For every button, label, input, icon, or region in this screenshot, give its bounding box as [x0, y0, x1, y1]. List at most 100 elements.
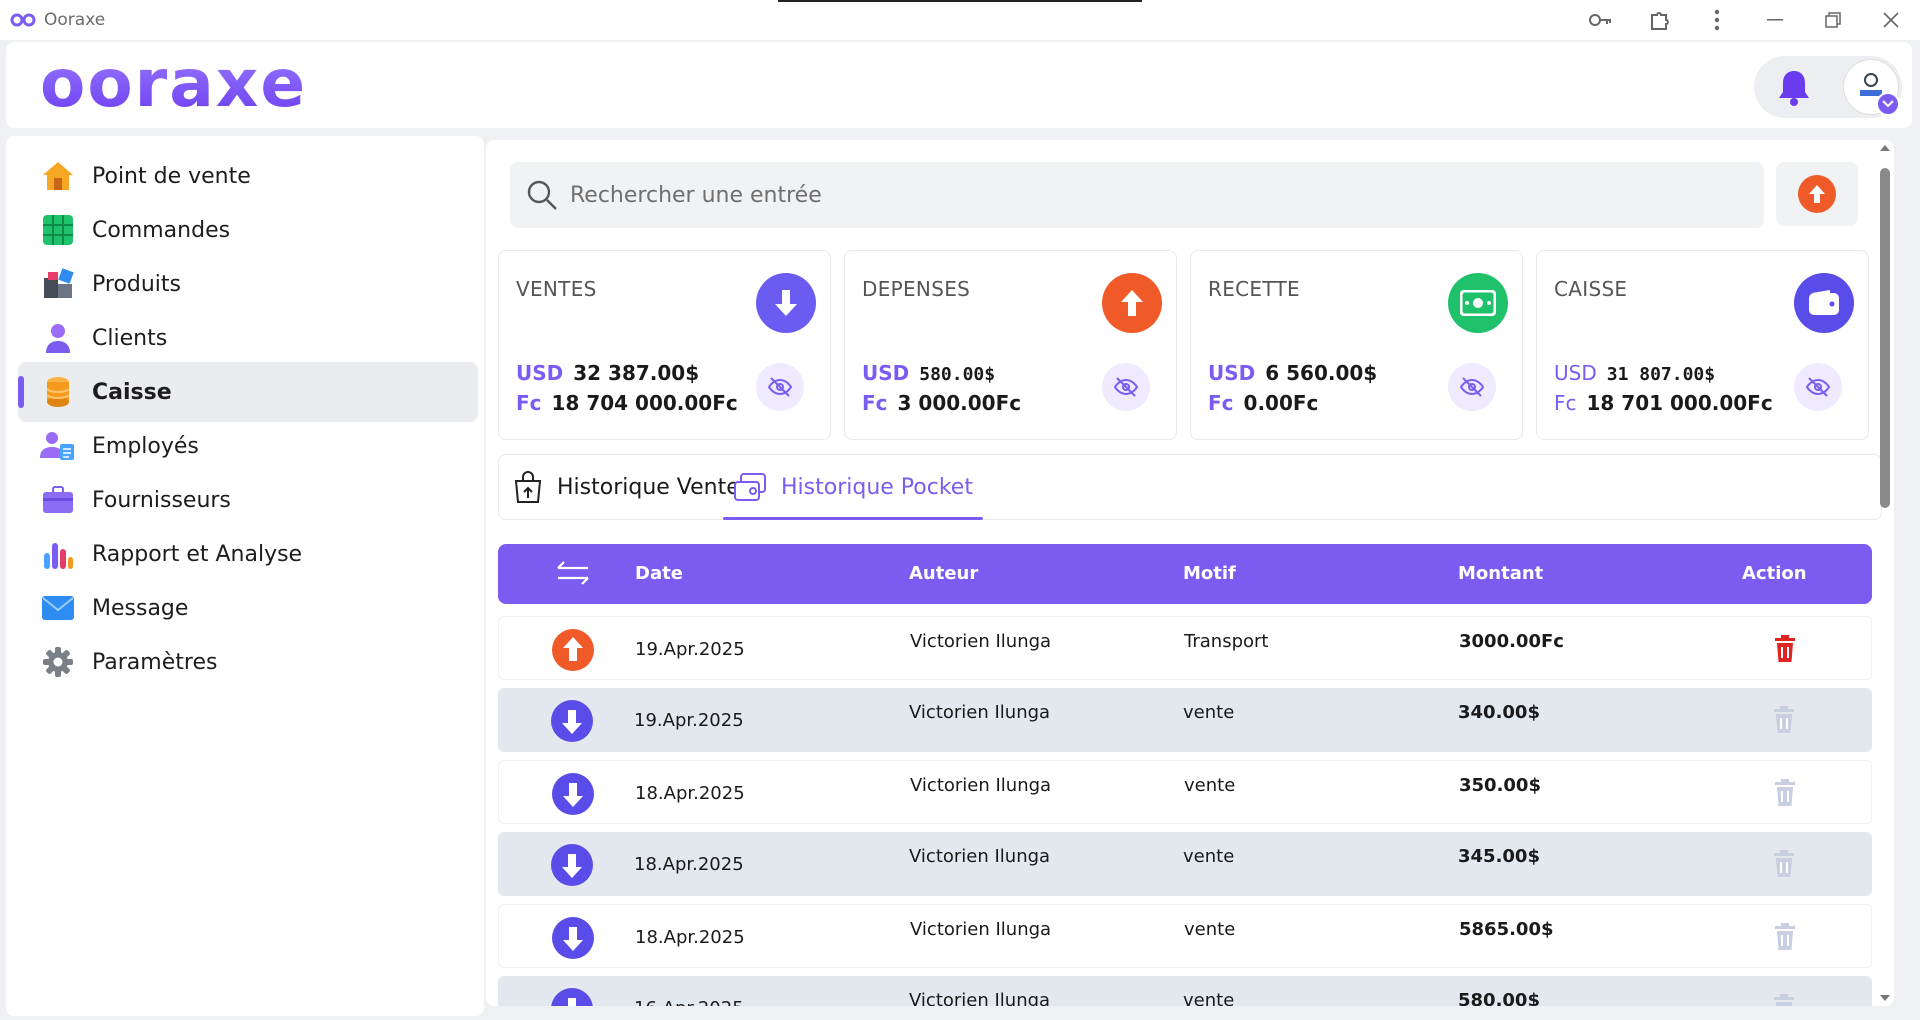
fc-amount: 3 000.00Fc — [897, 391, 1022, 415]
scrollbar-thumb[interactable] — [1880, 168, 1890, 508]
arrow-up-icon — [1798, 175, 1836, 213]
sidebar-item-label: Point de vente — [92, 163, 251, 189]
tab-historique-ventes[interactable]: Historique Ventes — [513, 455, 751, 519]
sidebar-item-clients[interactable]: Clients — [18, 308, 478, 368]
cell-author: Victorien Ilunga — [910, 631, 1052, 652]
eye-off-icon[interactable] — [1102, 363, 1150, 411]
table-row[interactable]: 19.Apr.2025 Victorien Ilunga vente 340.00$ — [498, 688, 1872, 752]
sidebar-item-rapport[interactable]: Rapport et Analyse — [18, 524, 478, 584]
drag-handle[interactable] — [778, 0, 1142, 2]
table-row[interactable]: 18.Apr.2025 Victorien Ilunga vente 345.00$ — [498, 832, 1872, 896]
cell-amount: 5865.00$ — [1459, 919, 1554, 940]
sidebar-item-fournisseurs[interactable]: Fournisseurs — [18, 470, 478, 530]
more-menu-icon[interactable] — [1688, 0, 1746, 40]
tab-historique-pocket[interactable]: Historique Pocket — [723, 455, 983, 520]
eye-off-icon[interactable] — [1794, 363, 1842, 411]
eye-off-icon[interactable] — [1448, 363, 1496, 411]
table-row[interactable]: 18.Apr.2025 Victorien Ilunga vente 350.00$ — [498, 760, 1872, 824]
extension-icon[interactable] — [1630, 0, 1688, 40]
sidebar-item-message[interactable]: Message — [18, 578, 478, 638]
app-logo-icon — [10, 13, 36, 27]
sidebar-item-commandes[interactable]: Commandes — [18, 200, 478, 260]
table-row[interactable]: 16.Apr.2025 Victorien Ilunga vente 580.00$ — [498, 976, 1872, 1006]
header-motif[interactable]: Motif — [1183, 563, 1236, 584]
fc-label: Fc — [1554, 391, 1577, 415]
notification-bell-icon[interactable] — [1774, 68, 1814, 112]
fc-label: Fc — [516, 391, 542, 415]
logo-text: ooraxe — [40, 50, 307, 120]
sidebar-item-label: Fournisseurs — [92, 487, 231, 513]
restore-button[interactable] — [1804, 0, 1862, 40]
chevron-down-icon[interactable] — [1876, 92, 1900, 116]
sidebar-item-caisse[interactable]: Caisse — [18, 362, 478, 422]
key-icon[interactable] — [1572, 0, 1630, 40]
window-title-group: Ooraxe — [10, 10, 105, 30]
card-title: DEPENSES — [862, 277, 971, 301]
cell-amount: 345.00$ — [1458, 846, 1540, 867]
usd-amount: 6 560.00$ — [1265, 361, 1378, 385]
table-row[interactable]: 18.Apr.2025 Victorien Ilunga vente 5865.00$ — [498, 904, 1872, 968]
card-title: CAISSE — [1554, 277, 1628, 301]
table-row[interactable]: 19.Apr.2025 Victorien Ilunga Transport 3000… — [498, 616, 1872, 680]
cell-motif: Transport — [1184, 631, 1269, 652]
header-date[interactable]: Date — [635, 563, 683, 584]
header-author[interactable]: Auteur — [909, 563, 978, 584]
cell-date: 18.Apr.2025 — [635, 783, 745, 804]
cell-motif: vente — [1183, 846, 1235, 867]
vertical-scrollbar[interactable] — [1876, 140, 1894, 1006]
summary-cards: VENTES USD 32 387.00$ Fc 18 704 000.00Fc D… — [498, 250, 1882, 440]
cell-motif: vente — [1184, 919, 1236, 940]
sidebar-item-parametres[interactable]: Paramètres — [18, 632, 478, 692]
mail-icon — [40, 590, 76, 626]
cell-author: Victorien Ilunga — [909, 846, 1051, 867]
sidebar-item-produits[interactable]: Produits — [18, 254, 478, 314]
scroll-down-icon[interactable] — [1879, 994, 1891, 1002]
sidebar-item-label: Paramètres — [92, 649, 218, 675]
usd-amount: 580.00$ — [919, 364, 996, 385]
trash-icon — [1773, 923, 1797, 956]
sidebar-item-label: Produits — [92, 271, 182, 297]
cell-date: 16.Apr.2025 — [634, 998, 744, 1006]
cell-author: Victorien Ilunga — [910, 775, 1052, 796]
search-input[interactable]: Rechercher une entrée — [510, 162, 1764, 228]
usd-label: USD — [862, 361, 910, 385]
cell-date: 18.Apr.2025 — [635, 927, 745, 948]
pocket-icon — [733, 472, 767, 502]
home-icon — [40, 158, 76, 194]
trash-icon[interactable] — [1773, 635, 1797, 668]
brand-logo[interactable]: ooraxe — [40, 45, 330, 124]
cell-date: 18.Apr.2025 — [634, 854, 744, 875]
search-icon — [527, 180, 557, 210]
minimize-button[interactable] — [1746, 0, 1804, 40]
cell-author: Victorien Ilunga — [910, 919, 1052, 940]
card-depenses: DEPENSES USD 580.00$ Fc 3 000.00Fc — [844, 250, 1177, 440]
sidebar-item-label: Employés — [92, 433, 199, 459]
shopping-bag-icon — [513, 471, 543, 503]
wallet-icon — [1794, 273, 1854, 333]
trash-icon — [1773, 779, 1797, 812]
cell-date: 19.Apr.2025 — [635, 639, 745, 660]
sidebar-item-label: Caisse — [92, 379, 172, 405]
shapes-icon — [40, 266, 76, 302]
users-icon — [40, 428, 76, 464]
sidebar-item-label: Commandes — [92, 217, 231, 243]
money-icon — [1448, 273, 1508, 333]
sidebar-item-label: Clients — [92, 325, 168, 351]
user-icon — [40, 320, 76, 356]
usd-amount: 32 387.00$ — [573, 361, 700, 385]
close-button[interactable] — [1862, 0, 1920, 40]
sidebar: Point de vente Commandes Produits Client… — [6, 136, 484, 1016]
eye-off-icon[interactable] — [756, 363, 804, 411]
sort-icon[interactable] — [556, 558, 590, 593]
header-amount[interactable]: Montant — [1458, 563, 1543, 584]
cell-date: 19.Apr.2025 — [634, 710, 744, 731]
sidebar-item-label: Message — [92, 595, 189, 621]
sidebar-item-employes[interactable]: Employés — [18, 416, 478, 476]
scroll-up-icon[interactable] — [1879, 144, 1891, 152]
header-action: Action — [1742, 563, 1807, 584]
history-tabs: Historique Ventes Historique Pocket — [498, 454, 1882, 520]
sidebar-item-point-de-vente[interactable]: Point de vente — [18, 146, 478, 206]
search-placeholder: Rechercher une entrée — [570, 182, 822, 208]
upload-button[interactable] — [1776, 162, 1858, 226]
avatar[interactable] — [1843, 59, 1900, 116]
